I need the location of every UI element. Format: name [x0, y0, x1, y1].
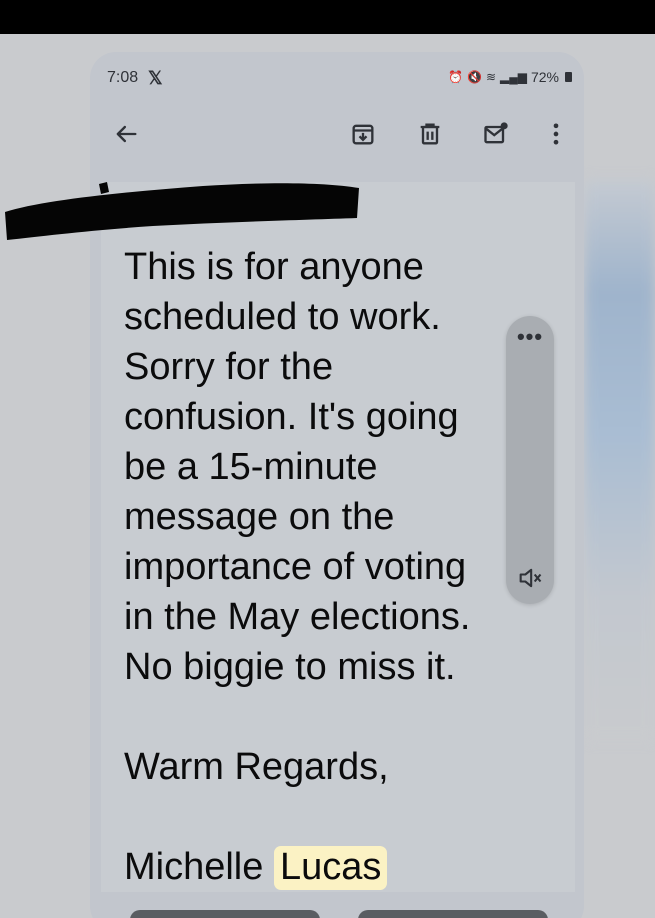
x-logo-icon: 𝕏	[148, 68, 163, 88]
bottom-button-right[interactable]	[358, 910, 548, 918]
body-line: This is for anyone	[124, 246, 424, 288]
screenshot-page: 7:08 𝕏 ⏰ 🔇 ≋ ▂▄▆ 72% This is for anyone …	[0, 0, 655, 918]
status-icons: ⏰ 🔇 ≋ ▂▄▆ 72%	[448, 69, 572, 85]
top-black-bar	[0, 0, 655, 34]
status-time: 7:08	[107, 69, 139, 86]
body-line: be a 15-minute	[124, 446, 378, 488]
body-line: No biggie to miss it.	[124, 646, 456, 688]
mute-icon: 🔇	[466, 70, 482, 84]
volume-side-panel[interactable]: •••	[506, 316, 554, 604]
delete-icon[interactable]	[416, 120, 444, 148]
battery-icon	[565, 72, 572, 82]
signature-last-name-highlight[interactable]: Lucas	[273, 846, 388, 890]
body-line: importance of voting	[124, 546, 467, 588]
alarm-icon: ⏰	[448, 70, 463, 84]
battery-percent: 72%	[530, 69, 559, 85]
email-toolbar	[90, 108, 584, 164]
wifi-icon: ≋	[485, 70, 496, 84]
email-closing: Warm Regards,	[124, 746, 389, 788]
archive-icon[interactable]	[349, 120, 377, 148]
more-options-icon[interactable]	[542, 120, 570, 148]
bottom-button-left[interactable]	[130, 910, 320, 918]
background-blur	[585, 180, 655, 740]
status-bar: 7:08 𝕏 ⏰ 🔇 ≋ ▂▄▆ 72%	[90, 60, 584, 100]
email-signature: Michelle Lucas	[124, 842, 524, 892]
more-horizontal-icon[interactable]: •••	[506, 324, 554, 350]
body-line: message on the	[124, 496, 395, 538]
signature-first-name: Michelle	[124, 846, 264, 888]
signal-icon: ▂▄▆	[500, 70, 527, 84]
body-line: confusion. It's going	[124, 396, 459, 438]
volume-muted-icon[interactable]	[516, 564, 544, 592]
body-line: scheduled to work.	[124, 296, 441, 338]
redaction-scribble	[5, 182, 359, 240]
back-arrow-icon[interactable]	[112, 120, 140, 148]
mark-unread-icon[interactable]	[482, 120, 510, 148]
body-line: Sorry for the	[124, 346, 334, 388]
body-line: in the May elections.	[124, 596, 471, 638]
email-message: This is for anyone scheduled to work. So…	[124, 242, 524, 892]
